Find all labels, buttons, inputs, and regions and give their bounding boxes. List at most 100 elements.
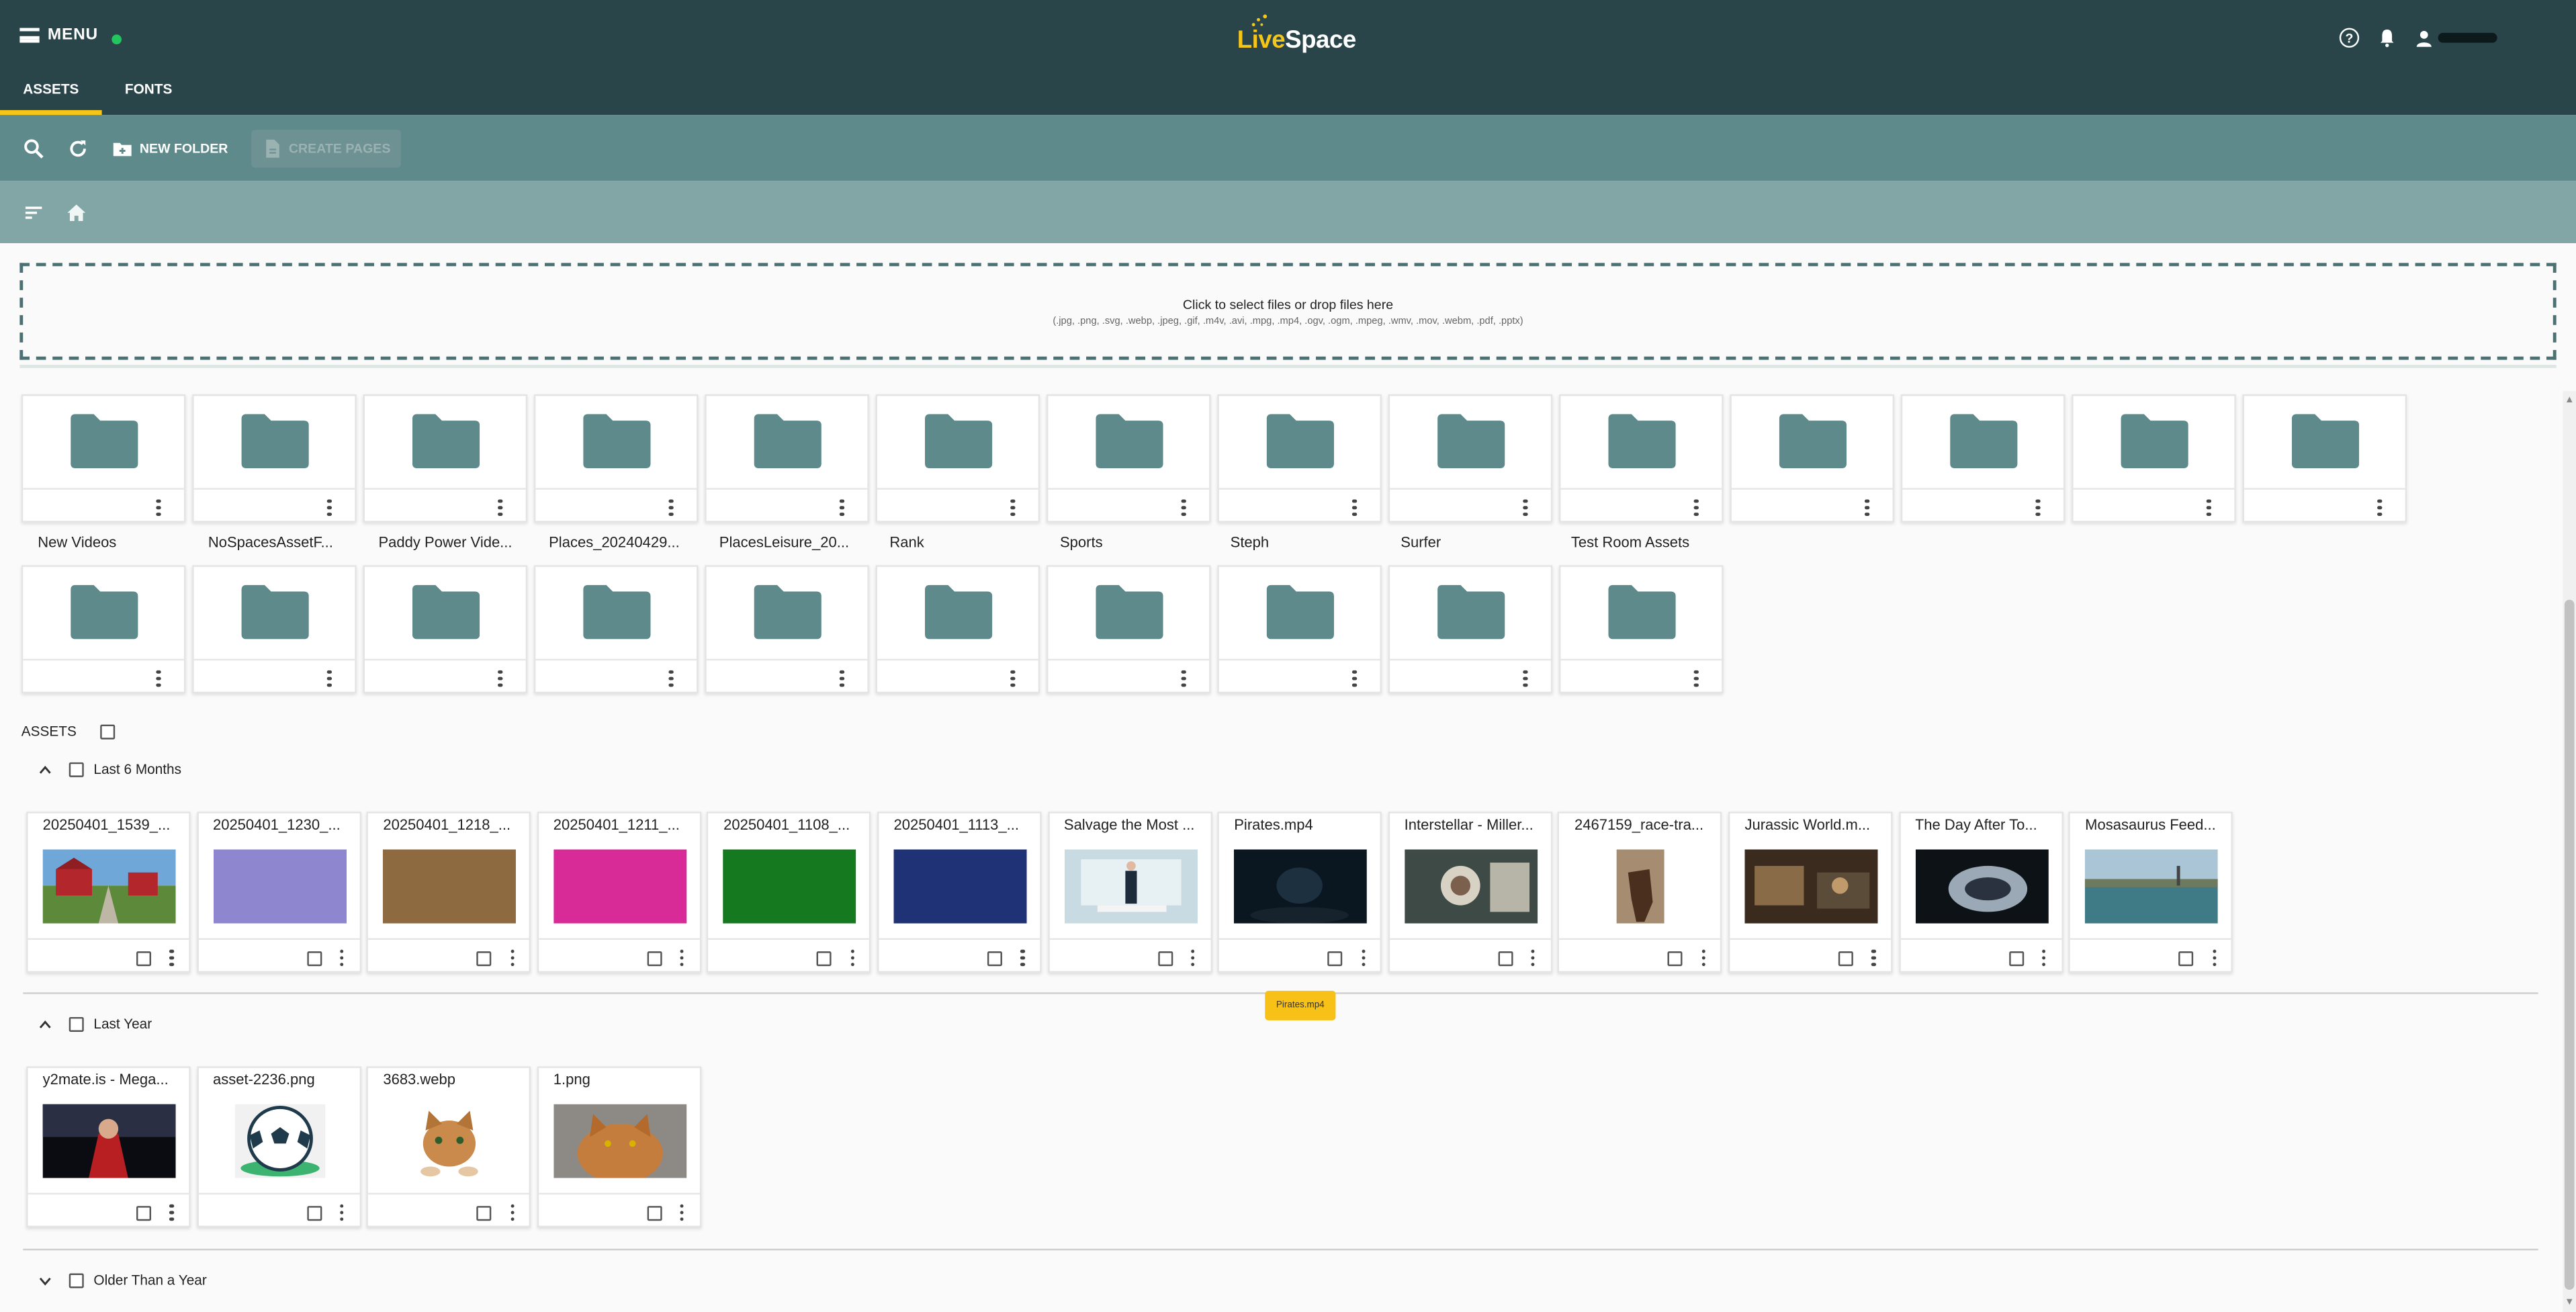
asset-card[interactable]: Salvage the Most ...: [1047, 812, 1212, 973]
folder-card[interactable]: [363, 565, 528, 694]
scroll-up-arrow[interactable]: ▲: [2565, 396, 2575, 406]
asset-thumbnail[interactable]: [1234, 849, 1368, 924]
folder-card[interactable]: [1388, 565, 1553, 694]
more-options-icon[interactable]: [327, 499, 332, 516]
more-options-icon[interactable]: [1352, 670, 1357, 687]
folder-card[interactable]: [2072, 394, 2236, 523]
asset-thumbnail[interactable]: [42, 849, 176, 924]
folder-card[interactable]: [705, 394, 869, 523]
more-options-icon[interactable]: [498, 670, 502, 687]
more-options-icon[interactable]: [2041, 949, 2046, 967]
tab-fonts[interactable]: FONTS: [102, 76, 195, 116]
more-options-icon[interactable]: [2377, 499, 2382, 516]
more-options-icon[interactable]: [1694, 670, 1699, 687]
asset-select-checkbox[interactable]: [476, 1206, 492, 1221]
asset-select-checkbox[interactable]: [1327, 951, 1343, 967]
asset-select-checkbox[interactable]: [2178, 951, 2194, 967]
file-drop-zone[interactable]: Click to select files or drop files here…: [19, 263, 2557, 360]
asset-thumbnail[interactable]: [553, 849, 686, 924]
asset-thumbnail[interactable]: [723, 849, 857, 924]
chevron-up-icon[interactable]: [38, 762, 52, 777]
folder-card[interactable]: [1046, 394, 1211, 523]
asset-card[interactable]: The Day After To...: [1898, 812, 2063, 973]
asset-thumbnail[interactable]: [1914, 849, 2048, 924]
more-options-icon[interactable]: [169, 1204, 174, 1221]
more-options-icon[interactable]: [327, 670, 332, 687]
folder-name[interactable]: Sports: [1060, 534, 1218, 550]
more-options-icon[interactable]: [1694, 499, 1699, 516]
asset-select-checkbox[interactable]: [987, 951, 1002, 967]
more-options-icon[interactable]: [1871, 949, 1876, 967]
folder-card[interactable]: [21, 394, 186, 523]
chevron-down-icon[interactable]: [38, 1272, 52, 1287]
more-options-icon[interactable]: [1182, 670, 1186, 687]
asset-thumbnail[interactable]: [1404, 849, 1538, 924]
more-options-icon[interactable]: [1865, 499, 1869, 516]
asset-card[interactable]: 20250401_1230_...: [196, 812, 361, 973]
more-options-icon[interactable]: [850, 949, 854, 967]
asset-select-checkbox[interactable]: [1157, 951, 1173, 967]
asset-thumbnail[interactable]: [2085, 849, 2219, 924]
folder-card[interactable]: [1388, 394, 1553, 523]
folder-name[interactable]: Surfer: [1401, 534, 1558, 550]
more-options-icon[interactable]: [1701, 949, 1705, 967]
asset-card[interactable]: Mosasaurus Feed...: [2068, 812, 2233, 973]
folder-card[interactable]: [363, 394, 528, 523]
more-options-icon[interactable]: [1523, 670, 1527, 687]
folder-card[interactable]: [1900, 394, 2066, 523]
asset-card[interactable]: 20250401_1211_...: [537, 812, 701, 973]
folder-card[interactable]: [533, 565, 699, 694]
folder-name[interactable]: PlacesLeisure_20...: [719, 534, 877, 550]
folder-card[interactable]: [705, 565, 869, 694]
asset-card[interactable]: asset-2236.png: [196, 1066, 361, 1228]
folder-name[interactable]: Steph: [1231, 534, 1388, 550]
asset-thumbnail[interactable]: [212, 849, 347, 924]
asset-card[interactable]: 20250401_1108_...: [707, 812, 872, 973]
asset-card[interactable]: 20250401_1113_...: [877, 812, 1042, 973]
folder-card[interactable]: [1559, 394, 1724, 523]
more-options-icon[interactable]: [510, 1204, 515, 1221]
folder-card[interactable]: [192, 565, 357, 694]
more-options-icon[interactable]: [339, 1204, 344, 1221]
more-options-icon[interactable]: [1523, 499, 1527, 516]
chevron-up-icon[interactable]: [38, 1016, 52, 1031]
search-icon[interactable]: [23, 137, 44, 159]
more-options-icon[interactable]: [498, 499, 502, 516]
asset-select-checkbox[interactable]: [1668, 951, 1683, 967]
group-select-checkbox[interactable]: [69, 761, 84, 777]
folder-card[interactable]: [1559, 565, 1724, 694]
asset-select-checkbox[interactable]: [647, 951, 662, 967]
asset-select-checkbox[interactable]: [1838, 951, 1853, 967]
more-options-icon[interactable]: [1020, 949, 1025, 967]
sort-icon[interactable]: [23, 202, 44, 223]
asset-select-checkbox[interactable]: [2008, 951, 2024, 967]
folder-card[interactable]: [1217, 565, 1382, 694]
more-options-icon[interactable]: [156, 499, 161, 516]
more-options-icon[interactable]: [1010, 670, 1015, 687]
folder-name[interactable]: Paddy Power Vide...: [378, 534, 536, 550]
more-options-icon[interactable]: [1182, 499, 1186, 516]
help-circle-icon[interactable]: ?: [2339, 28, 2360, 48]
asset-card[interactable]: Jurassic World.m...: [1728, 812, 1893, 973]
folder-name[interactable]: New Videos: [38, 534, 195, 550]
more-options-icon[interactable]: [668, 499, 673, 516]
asset-thumbnail[interactable]: [383, 1104, 517, 1178]
tab-assets[interactable]: ASSETS: [0, 76, 102, 116]
more-options-icon[interactable]: [680, 949, 684, 967]
asset-thumbnail[interactable]: [893, 849, 1027, 924]
asset-thumbnail[interactable]: [1574, 849, 1708, 924]
scroll-down-arrow[interactable]: ▼: [2565, 1298, 2575, 1308]
scrollbar-thumb[interactable]: [2564, 599, 2575, 1290]
asset-card[interactable]: Interstellar - Miller...: [1388, 812, 1552, 973]
create-pages-button[interactable]: CREATE PAGES: [251, 128, 401, 167]
asset-select-checkbox[interactable]: [647, 1206, 662, 1221]
asset-select-checkbox[interactable]: [136, 1206, 152, 1221]
asset-card[interactable]: Pirates.mp4: [1217, 812, 1382, 973]
home-icon[interactable]: [66, 202, 87, 223]
more-options-icon[interactable]: [1190, 949, 1195, 967]
folder-card[interactable]: [1046, 565, 1211, 694]
asset-select-checkbox[interactable]: [306, 951, 322, 967]
asset-select-checkbox[interactable]: [306, 1206, 322, 1221]
folder-name[interactable]: Test Room Assets: [1571, 534, 1729, 550]
folder-card[interactable]: [21, 565, 186, 694]
